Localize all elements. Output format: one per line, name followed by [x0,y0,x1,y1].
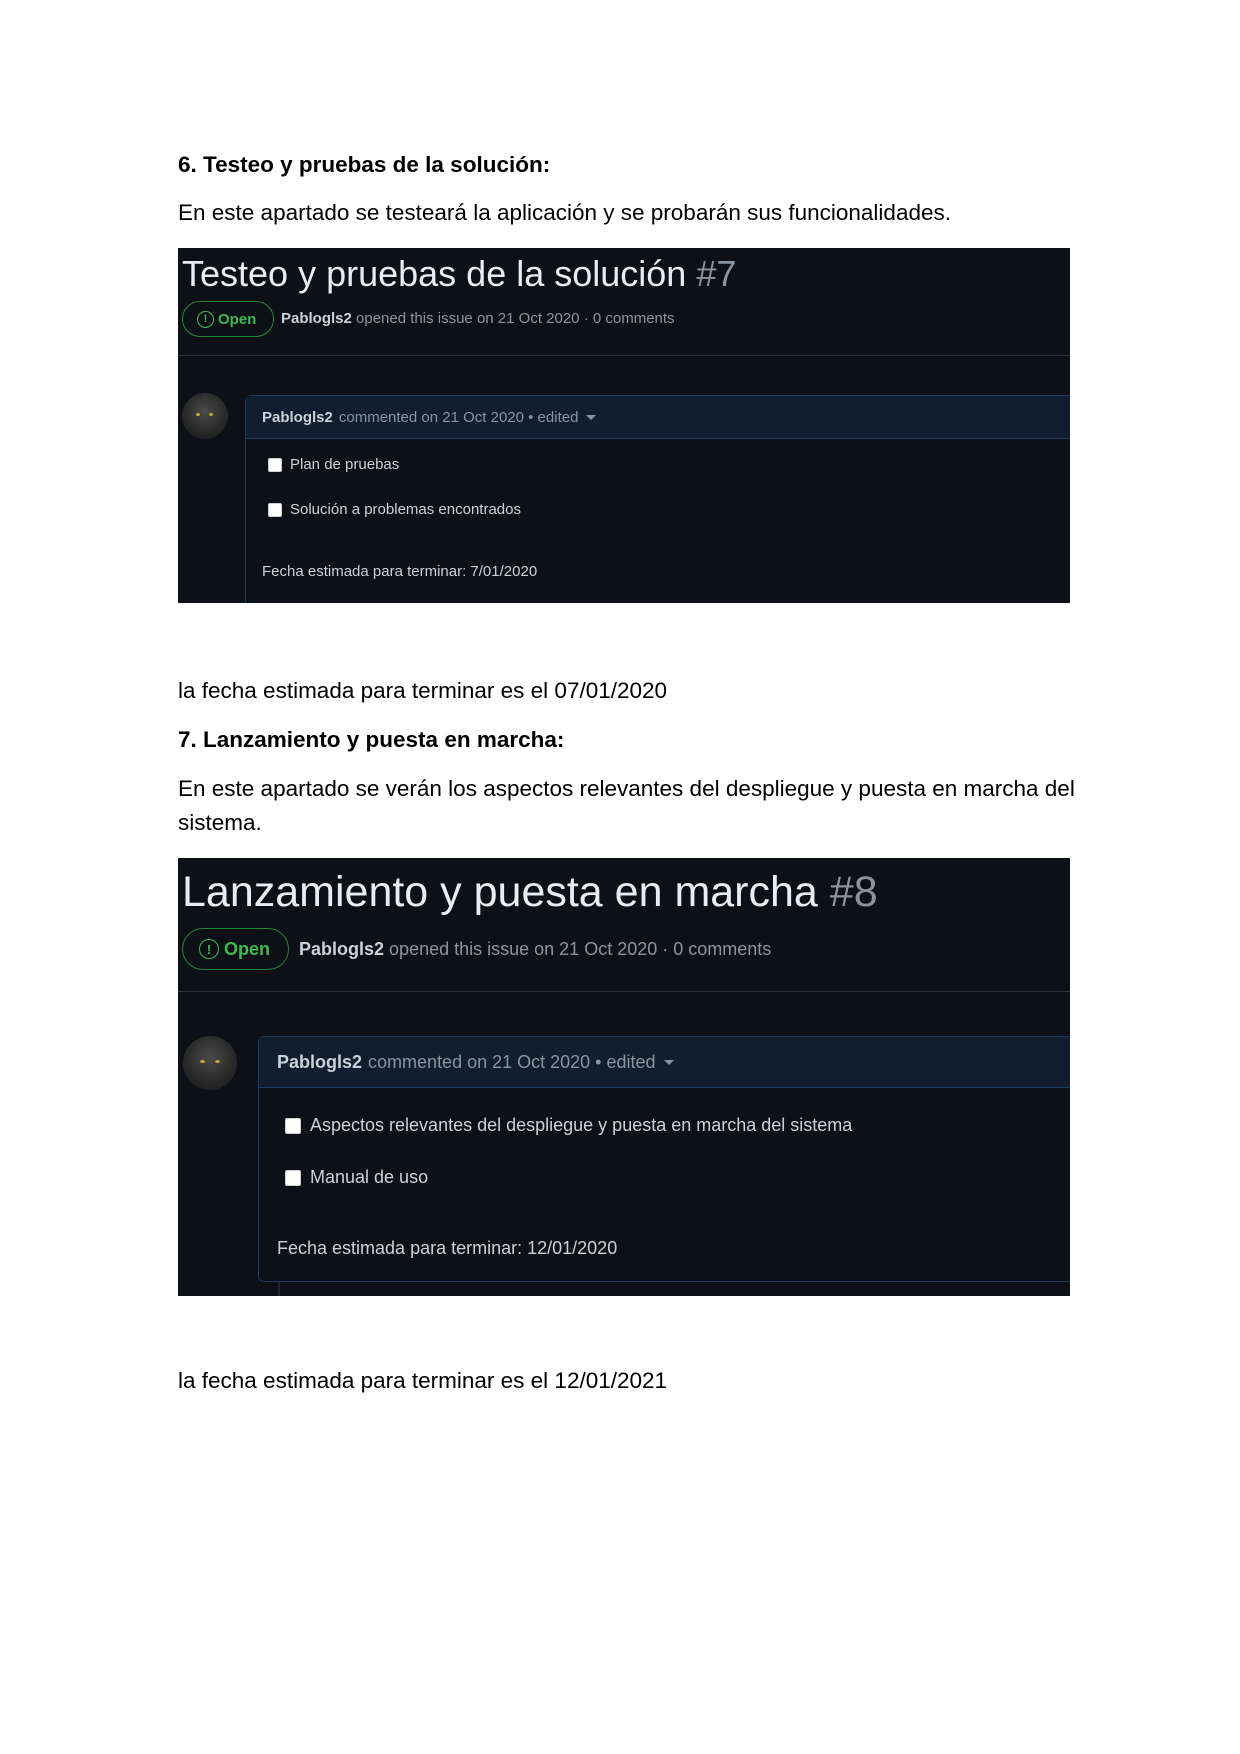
due-date-text: Fecha estimada para terminar: 7/01/2020 [262,563,538,580]
comment-meta: commented on 21 Oct 2020 • edited [338,408,579,426]
header-divider [178,991,1070,992]
issue-opened-text: opened this issue on 21 Oct 2020 · 0 com… [389,939,772,959]
issue-author-link[interactable]: Pablogls2 [299,939,384,959]
status-label: Open [224,938,271,959]
task-item: Plan de pruebas [268,456,399,473]
task-item: Solución a problemas encontrados [268,501,521,518]
task-label: Manual de uso [310,1167,429,1187]
comment-header: Pablogls2 commented on 21 Oct 2020 • edi… [259,1037,1070,1088]
issue-meta: Pablogls2 opened this issue on 21 Oct 20… [281,310,675,327]
issue-meta: Pablogls2 opened this issue on 21 Oct 20… [299,939,771,960]
comment-header: Pablogls2 commented on 21 Oct 2020 • edi… [246,396,1070,439]
comment-author-link[interactable]: Pablogls2 [277,1052,362,1073]
issue-number: #8 [829,868,878,916]
chevron-down-icon[interactable] [586,414,597,420]
task-label: Aspectos relevantes del despliegue y pue… [310,1115,853,1135]
status-label: Open [218,310,257,328]
user-avatar[interactable] [182,393,228,439]
issue-8-screenshot: Lanzamiento y puesta en marcha #8 ! Open… [178,858,1070,1296]
comment-box: Pablogls2 commented on 21 Oct 2020 • edi… [258,1036,1070,1282]
comment-meta: commented on 21 Oct 2020 • edited [368,1051,656,1072]
issue-opened-icon: ! [197,310,214,328]
avatar-eye [209,413,213,416]
section-6-intro: En este apartado se testeará la aplicaci… [178,200,951,225]
issue-number: #7 [696,253,737,294]
task-label: Solución a problemas encontrados [290,501,521,518]
header-divider [178,355,1070,356]
issue-title-text: Lanzamiento y puesta en marcha [182,868,818,916]
due-date-text: Fecha estimada para terminar: 12/01/2020 [277,1238,618,1258]
issue-author-link[interactable]: Pablogls2 [281,310,352,327]
open-status-badge[interactable]: ! Open [182,301,274,337]
issue-7-screenshot: Testeo y pruebas de la solución #7 ! Ope… [178,248,1070,603]
issue-title: Lanzamiento y puesta en marcha #8 [182,864,878,920]
issue-opened-text: opened this issue on 21 Oct 2020 · 0 com… [356,310,675,327]
issue-title-text: Testeo y pruebas de la solución [182,253,687,294]
section-7-heading: 7. Lanzamiento y puesta en marcha: [178,727,565,752]
comment-author-link[interactable]: Pablogls2 [262,409,333,426]
task-label: Plan de pruebas [290,456,400,473]
section-7-intro: En este apartado se verán los aspectos r… [178,776,1075,835]
comment-box: Pablogls2 commented on 21 Oct 2020 • edi… [245,395,1070,603]
user-avatar[interactable] [183,1036,237,1090]
task-checkbox[interactable] [285,1169,301,1186]
task-checkbox[interactable] [285,1117,301,1134]
avatar-eye [215,1060,220,1063]
task-checkbox[interactable] [268,457,282,472]
chevron-down-icon[interactable] [663,1059,674,1065]
avatar-eye [196,413,200,416]
section-6-closing: la fecha estimada para terminar es el 07… [178,678,668,703]
task-item: Aspectos relevantes del despliegue y pue… [285,1115,852,1136]
section-7-closing: la fecha estimada para terminar es el 12… [178,1368,668,1393]
issue-title: Testeo y pruebas de la solución #7 [182,250,736,298]
issue-opened-icon: ! [199,939,219,959]
section-6-heading: 6. Testeo y pruebas de la solución: [178,152,551,177]
open-status-badge[interactable]: ! Open [182,928,289,970]
task-checkbox[interactable] [268,502,282,517]
task-item: Manual de uso [285,1167,428,1188]
avatar-eye [200,1060,205,1063]
